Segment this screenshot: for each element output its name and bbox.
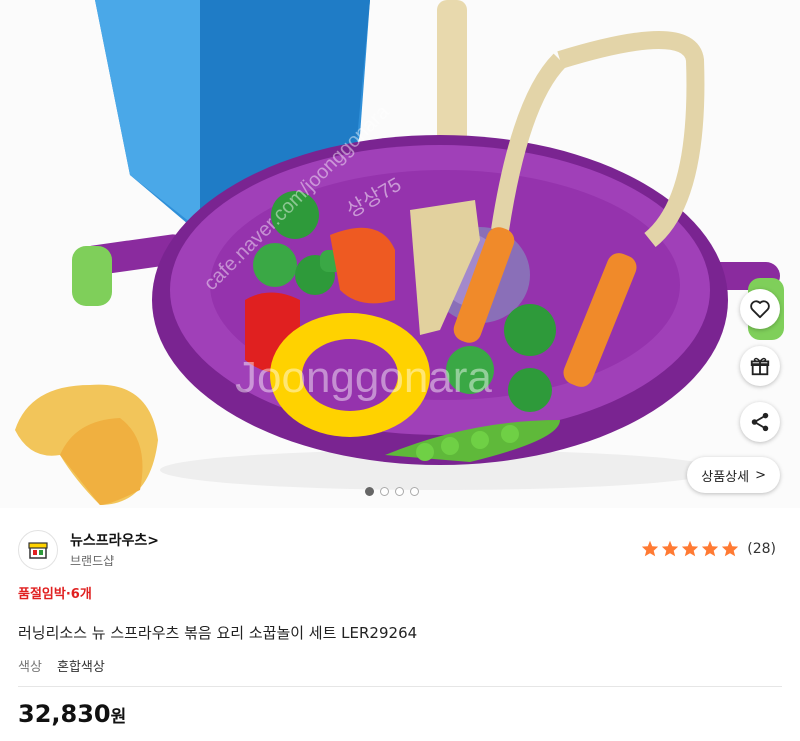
brand-name-link[interactable]: 뉴스프라우츠> — [70, 530, 159, 550]
brand-shop-label: 브랜드샵 — [70, 554, 115, 568]
review-count: (28) — [747, 540, 776, 557]
carousel-dot[interactable] — [395, 487, 404, 496]
price: 32,830원 — [18, 700, 126, 728]
wishlist-button[interactable] — [740, 289, 780, 329]
share-icon — [751, 412, 769, 432]
brand-logo[interactable] — [18, 530, 58, 570]
option-value: 혼합색상 — [57, 660, 105, 675]
product-image-carousel[interactable]: Joonggonara cafe.naver.com/joonggonara 상… — [0, 0, 800, 508]
star-icon — [682, 540, 699, 557]
carousel-dot[interactable] — [365, 487, 374, 496]
heart-outline-icon — [750, 300, 770, 319]
chevron-right-icon: > — [755, 467, 766, 483]
gift-icon — [750, 357, 770, 376]
carousel-dot[interactable] — [380, 487, 389, 496]
brand-row: 뉴스프라우츠> 브랜드샵 (28) — [18, 530, 782, 570]
rating[interactable]: (28) — [641, 540, 776, 557]
star-icon — [662, 540, 679, 557]
product-title: 러닝리소스 뉴 스프라우츠 볶음 요리 소꿉놀이 세트 LER29264 — [18, 624, 418, 642]
share-button[interactable] — [740, 402, 780, 442]
star-icon — [702, 540, 719, 557]
star-icon — [642, 540, 659, 557]
carousel-dot[interactable] — [410, 487, 419, 496]
gift-button[interactable] — [740, 346, 780, 386]
star-icon — [722, 540, 739, 557]
shop-icon — [28, 542, 48, 559]
carousel-indicator — [365, 487, 419, 496]
product-detail-label: 상품상세 — [701, 469, 750, 485]
product-detail-button[interactable]: 상품상세 > — [687, 457, 780, 493]
price-unit: 원 — [110, 707, 127, 727]
price-amount: 32,830 — [18, 700, 111, 728]
stock-notice: 품절임박·6개 — [18, 587, 92, 602]
product-photo: Joonggonara cafe.naver.com/joonggonara 상… — [15, 0, 784, 505]
divider — [18, 686, 782, 687]
watermark-text: Joonggonara — [235, 353, 492, 402]
option-label: 색상 — [18, 660, 42, 675]
